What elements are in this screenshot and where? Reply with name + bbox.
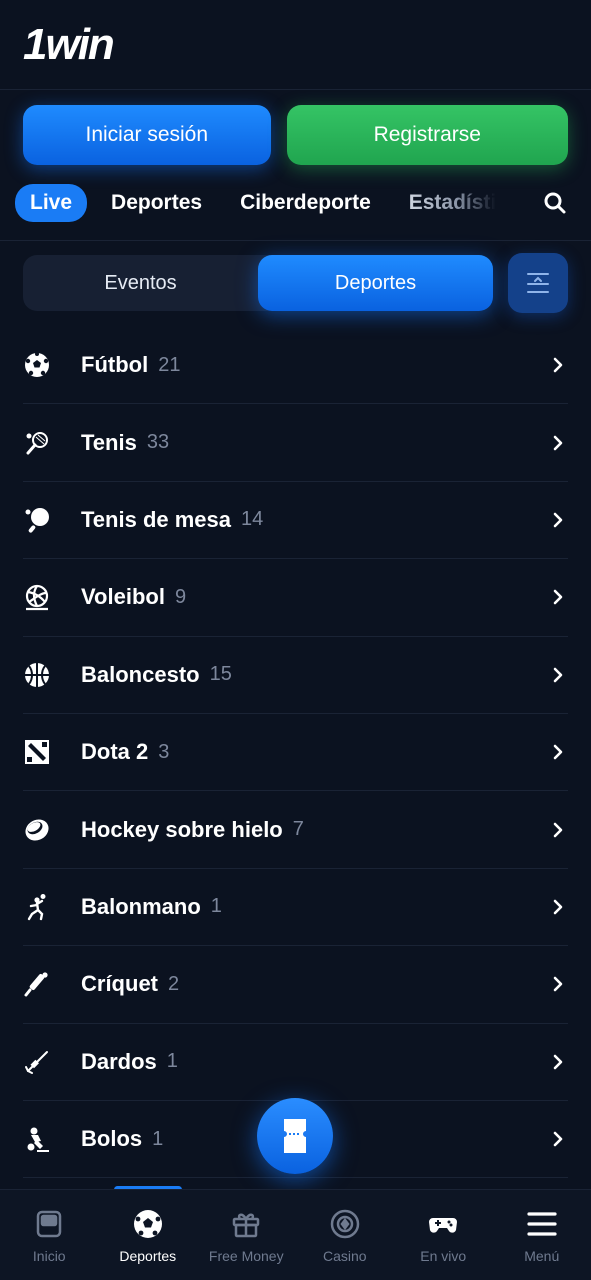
bottom-nav: Inicio Deportes Free Money Casino En viv…: [0, 1189, 591, 1280]
tab-estadisticas[interactable]: Estadísti: [409, 191, 497, 215]
sport-name: Fútbol: [81, 352, 149, 378]
collapse-icon: [527, 273, 549, 293]
sport-row-criquet[interactable]: Críquet 2: [23, 946, 568, 1024]
tab-live[interactable]: Live: [15, 183, 88, 222]
sport-name: Tenis: [81, 429, 137, 455]
login-button[interactable]: Iniciar sesión: [23, 105, 271, 165]
chevron-right-icon: [553, 822, 563, 837]
chevron-right-icon: [553, 357, 563, 373]
ping-pong-icon: [25, 507, 49, 533]
brand-logo[interactable]: 1win: [23, 22, 568, 68]
event-count: 15: [209, 663, 232, 686]
sport-name: Tenis de mesa: [81, 506, 231, 532]
top-tabs: Live Deportes Ciberdeporte Estadísti: [0, 165, 591, 241]
nav-label: Deportes: [119, 1248, 177, 1264]
chevron-right-icon: [553, 899, 563, 915]
header: 1win: [0, 0, 591, 90]
tennis-racket-icon: [26, 431, 48, 455]
nav-deportes[interactable]: Deportes: [99, 1190, 198, 1280]
bet-slip-button[interactable]: [257, 1098, 333, 1174]
ticket-icon: [284, 1119, 306, 1153]
nav-label: Inicio: [32, 1248, 66, 1264]
nav-label: Casino: [322, 1248, 367, 1264]
segment-deportes[interactable]: Deportes: [258, 255, 493, 311]
segmented-control: Eventos Deportes: [23, 255, 493, 311]
search-icon[interactable]: [543, 191, 567, 215]
basketball-icon: [25, 662, 49, 687]
chevron-right-icon: [553, 590, 563, 605]
chevron-right-icon: [553, 435, 563, 450]
casino-chip-icon: [330, 1209, 359, 1239]
cricket-icon: [24, 972, 48, 997]
bowling-icon: [27, 1127, 49, 1153]
nav-en-vivo[interactable]: En vivo: [394, 1190, 493, 1280]
event-count: 7: [292, 818, 304, 841]
menu-icon: [527, 1212, 557, 1236]
hockey-puck-icon: [25, 818, 49, 841]
event-count: 3: [158, 740, 170, 763]
home-icon: [37, 1210, 62, 1238]
darts-icon: [25, 1050, 48, 1074]
sports-list: Fútbol 21 Tenis 33 Tenis de mesa 14 Vole…: [0, 327, 591, 1179]
sport-row-futbol[interactable]: Fútbol 21: [23, 327, 568, 405]
nav-label: Menú: [524, 1248, 560, 1264]
event-count: 14: [241, 508, 264, 531]
sport-row-balonmano[interactable]: Balonmano 1: [23, 869, 568, 947]
nav-label: Free Money: [208, 1248, 284, 1264]
sport-name: Voleibol: [81, 584, 165, 610]
dota-icon: [25, 740, 49, 765]
sport-row-dardos[interactable]: Dardos 1: [23, 1024, 568, 1101]
chevron-right-icon: [553, 744, 563, 760]
handball-icon: [27, 893, 46, 921]
sport-name: Hockey sobre hielo: [81, 816, 283, 842]
event-count: 9: [174, 585, 187, 608]
gamepad-icon: [429, 1218, 458, 1233]
nav-label: En vivo: [420, 1248, 467, 1264]
chevron-right-icon: [553, 977, 563, 992]
event-count: 1: [166, 1050, 178, 1073]
tab-deportes[interactable]: Deportes: [111, 191, 202, 215]
collapse-filter-button[interactable]: [508, 253, 568, 313]
sport-name: Dota 2: [81, 739, 149, 765]
register-button[interactable]: Registrarse: [286, 105, 568, 165]
sport-row-tenis-de-mesa[interactable]: Tenis de mesa 14: [23, 482, 568, 560]
nav-free-money[interactable]: Free Money: [197, 1190, 296, 1280]
volleyball-icon: [25, 585, 49, 611]
sport-row-tenis[interactable]: Tenis 33: [23, 404, 568, 482]
sport-name: Críquet: [81, 971, 158, 997]
chevron-right-icon: [553, 512, 563, 528]
nav-inicio[interactable]: Inicio: [0, 1190, 99, 1280]
soccer-ball-icon: [133, 1210, 162, 1238]
event-count: 1: [210, 895, 222, 918]
sport-row-baloncesto[interactable]: Baloncesto 15: [23, 637, 568, 714]
sportsbook-screen: 1win Iniciar sesión Registrarse Live Dep…: [0, 0, 591, 1280]
chevron-right-icon: [553, 1131, 563, 1147]
segment-eventos[interactable]: Eventos: [23, 255, 258, 311]
event-count: 1: [152, 1127, 164, 1150]
sport-row-voleibol[interactable]: Voleibol 9: [23, 559, 568, 637]
auth-buttons: Iniciar sesión Registrarse: [0, 90, 591, 165]
gift-icon: [233, 1213, 260, 1238]
tab-ciberdeporte[interactable]: Ciberdeporte: [240, 191, 371, 215]
event-count: 21: [158, 353, 181, 376]
sport-row-dota-2[interactable]: Dota 2 3: [23, 714, 568, 792]
sport-name: Dardos: [81, 1048, 157, 1074]
chevron-right-icon: [553, 1054, 563, 1070]
view-switcher: Eventos Deportes: [0, 241, 591, 313]
nav-casino[interactable]: Casino: [296, 1190, 395, 1280]
sport-name: Bolos: [81, 1126, 143, 1152]
sport-row-hockey-sobre-hielo[interactable]: Hockey sobre hielo 7: [23, 791, 568, 869]
nav-menu[interactable]: Menú: [493, 1190, 591, 1280]
sport-name: Balonmano: [81, 893, 201, 919]
sport-name: Baloncesto: [81, 661, 200, 687]
event-count: 33: [146, 431, 170, 454]
event-count: 2: [168, 972, 180, 995]
chevron-right-icon: [553, 667, 563, 683]
soccer-ball-icon: [25, 352, 49, 378]
